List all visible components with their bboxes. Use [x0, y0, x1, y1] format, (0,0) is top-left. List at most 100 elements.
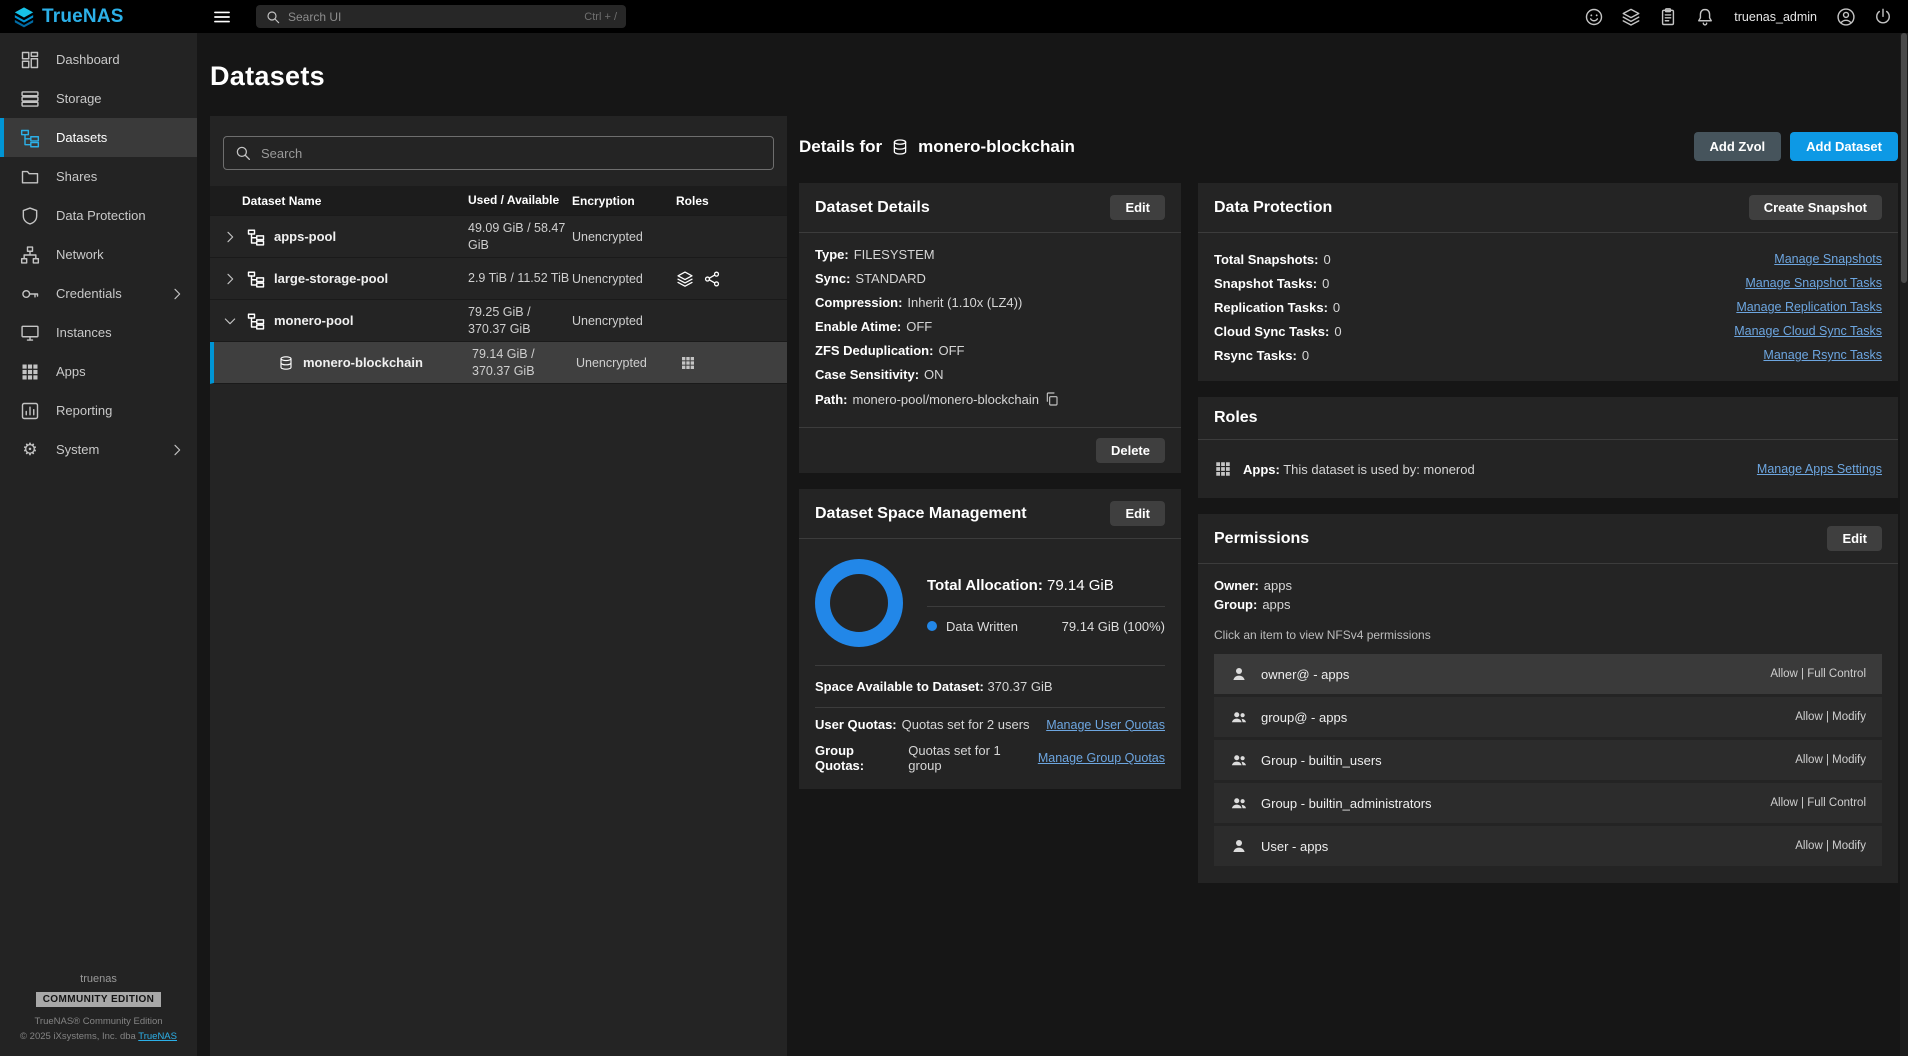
field-sync: Sync:STANDARD	[815, 271, 1165, 286]
sidebar-item-apps[interactable]: Apps	[0, 352, 197, 391]
search-icon	[265, 9, 281, 25]
details-title: Details for monero-blockchain	[799, 137, 1075, 157]
sidebar-item-datasets[interactable]: Datasets	[0, 118, 197, 157]
dataset-row-monero-pool[interactable]: monero-pool 79.25 GiB / 370.37 GiB Unenc…	[210, 300, 787, 342]
dataset-name: monero-pool	[274, 313, 353, 328]
search-shortcut-hint: Ctrl + /	[584, 11, 617, 23]
sidebar-item-label: Apps	[56, 364, 86, 379]
sidebar-item-system[interactable]: ⚙ System	[0, 430, 197, 469]
people-icon	[1230, 794, 1248, 812]
feedback-smiley-icon[interactable]	[1584, 7, 1604, 27]
user-avatar-icon[interactable]	[1836, 7, 1856, 27]
datasets-tree-icon	[20, 128, 40, 148]
sidebar-item-label: Instances	[56, 325, 112, 340]
sidebar: Dashboard Storage Datasets Shares Data P…	[0, 33, 197, 1056]
dataset-row-large-storage-pool[interactable]: large-storage-pool 2.9 TiB / 11.52 TiB U…	[210, 258, 787, 300]
truenas-logo-icon	[13, 6, 35, 28]
page-scrollbar	[1900, 33, 1908, 1056]
manage-user-quotas-link[interactable]: Manage User Quotas	[1046, 718, 1165, 732]
details-title-prefix: Details for	[799, 137, 882, 157]
permission-item-builtin-administrators[interactable]: Group - builtin_administrators Allow | F…	[1214, 783, 1882, 823]
column-used-available: Used / Available	[468, 193, 572, 209]
pool-tree-icon	[247, 270, 265, 288]
details-dataset-name: monero-blockchain	[918, 137, 1075, 157]
username-label: truenas_admin	[1734, 10, 1817, 24]
nfsv4-hint: Click an item to view NFSv4 permissions	[1214, 628, 1882, 642]
create-snapshot-button[interactable]: Create Snapshot	[1749, 195, 1882, 220]
sidebar-item-reporting[interactable]: Reporting	[0, 391, 197, 430]
sidebar-item-data-protection[interactable]: Data Protection	[0, 196, 197, 235]
field-compression: Compression:Inherit (1.10x (LZ4))	[815, 295, 1165, 310]
alerts-bell-icon[interactable]	[1695, 7, 1715, 27]
group-line: Group: apps	[1214, 597, 1882, 612]
delete-dataset-button[interactable]: Delete	[1096, 438, 1165, 463]
dataset-search[interactable]	[223, 136, 774, 170]
add-dataset-button[interactable]: Add Dataset	[1790, 132, 1898, 161]
used-available: 79.14 GiB / 370.37 GiB	[472, 346, 576, 379]
permissions-card: Permissions Edit Owner: apps Group:	[1198, 514, 1898, 883]
dataset-row-apps-pool[interactable]: apps-pool 49.09 GiB / 58.47 GiB Unencryp…	[210, 216, 787, 258]
manage-snapshot-tasks-link[interactable]: Manage Snapshot Tasks	[1745, 276, 1882, 290]
sidebar-item-storage[interactable]: Storage	[0, 79, 197, 118]
shares-folder-icon	[20, 167, 40, 187]
layers-icon[interactable]	[1621, 7, 1641, 27]
key-icon	[20, 284, 40, 304]
sidebar-item-credentials[interactable]: Credentials	[0, 274, 197, 313]
dataset-database-icon	[278, 355, 294, 371]
add-zvol-button[interactable]: Add Zvol	[1694, 132, 1782, 161]
dataset-name: apps-pool	[274, 229, 336, 244]
hostname-label: truenas	[80, 973, 117, 985]
dataset-search-input[interactable]	[261, 146, 763, 161]
footer-truenas-link[interactable]: TrueNAS	[138, 1031, 177, 1042]
chevron-right-icon[interactable]	[222, 271, 238, 287]
sidebar-item-instances[interactable]: Instances	[0, 313, 197, 352]
legend-label: Data Written	[946, 619, 1018, 634]
chevron-right-icon[interactable]	[222, 229, 238, 245]
dataset-row-monero-blockchain[interactable]: monero-blockchain 79.14 GiB / 370.37 GiB…	[210, 342, 787, 384]
sidebar-item-dashboard[interactable]: Dashboard	[0, 40, 197, 79]
sidebar-item-shares[interactable]: Shares	[0, 157, 197, 196]
main-content: Datasets Dataset Name Used / Available E…	[197, 33, 1908, 1056]
jobs-clipboard-icon[interactable]	[1658, 7, 1678, 27]
edit-space-button[interactable]: Edit	[1110, 501, 1165, 526]
edit-dataset-details-button[interactable]: Edit	[1110, 195, 1165, 220]
global-search-input[interactable]	[288, 10, 577, 24]
tree-header-row: Dataset Name Used / Available Encryption…	[210, 186, 787, 216]
dataset-database-icon	[891, 138, 909, 156]
sidebar-item-label: Datasets	[56, 130, 107, 145]
sidebar-footer: truenas COMMUNITY EDITION TrueNAS® Commu…	[0, 973, 197, 1056]
sidebar-item-label: Data Protection	[56, 208, 146, 223]
copy-path-icon[interactable]	[1044, 391, 1060, 407]
footer-line1: TrueNAS® Community Edition	[20, 1014, 177, 1029]
total-allocation: Total Allocation: 79.14 GiB	[927, 577, 1165, 594]
field-case-sensitivity: Case Sensitivity:ON	[815, 367, 1165, 382]
manage-replication-tasks-link[interactable]: Manage Replication Tasks	[1736, 300, 1882, 314]
encryption-state: Unencrypted	[572, 272, 676, 286]
power-icon[interactable]	[1873, 7, 1893, 27]
permission-item-owner[interactable]: owner@ - apps Allow | Full Control	[1214, 654, 1882, 694]
used-available: 2.9 TiB / 11.52 TiB	[468, 270, 572, 286]
field-type: Type:FILESYSTEM	[815, 247, 1165, 262]
network-icon	[20, 245, 40, 265]
topbar: TrueNAS Ctrl + / truenas_admin	[0, 0, 1908, 33]
scrollbar-thumb[interactable]	[1901, 33, 1907, 283]
manage-cloud-sync-tasks-link[interactable]: Manage Cloud Sync Tasks	[1734, 324, 1882, 338]
dataset-name: monero-blockchain	[303, 355, 423, 370]
sidebar-item-label: Reporting	[56, 403, 112, 418]
hamburger-menu-icon[interactable]	[208, 3, 236, 31]
sidebar-item-network[interactable]: Network	[0, 235, 197, 274]
edit-permissions-button[interactable]: Edit	[1827, 526, 1882, 551]
people-icon	[1230, 708, 1248, 726]
manage-rsync-tasks-link[interactable]: Manage Rsync Tasks	[1763, 348, 1882, 362]
manage-apps-settings-link[interactable]: Manage Apps Settings	[1757, 462, 1882, 476]
manage-group-quotas-link[interactable]: Manage Group Quotas	[1038, 751, 1165, 765]
permission-item-builtin-users[interactable]: Group - builtin_users Allow | Modify	[1214, 740, 1882, 780]
global-search[interactable]: Ctrl + /	[256, 5, 626, 28]
column-dataset-name: Dataset Name	[210, 194, 468, 208]
chevron-down-icon[interactable]	[222, 313, 238, 329]
permission-item-group-at[interactable]: group@ - apps Allow | Modify	[1214, 697, 1882, 737]
permission-item-user-apps[interactable]: User - apps Allow | Modify	[1214, 826, 1882, 866]
total-snapshots-row: Total Snapshots: 0 Manage Snapshots	[1214, 247, 1882, 271]
truenas-logo[interactable]: TrueNAS	[0, 6, 197, 28]
manage-snapshots-link[interactable]: Manage Snapshots	[1774, 252, 1882, 266]
